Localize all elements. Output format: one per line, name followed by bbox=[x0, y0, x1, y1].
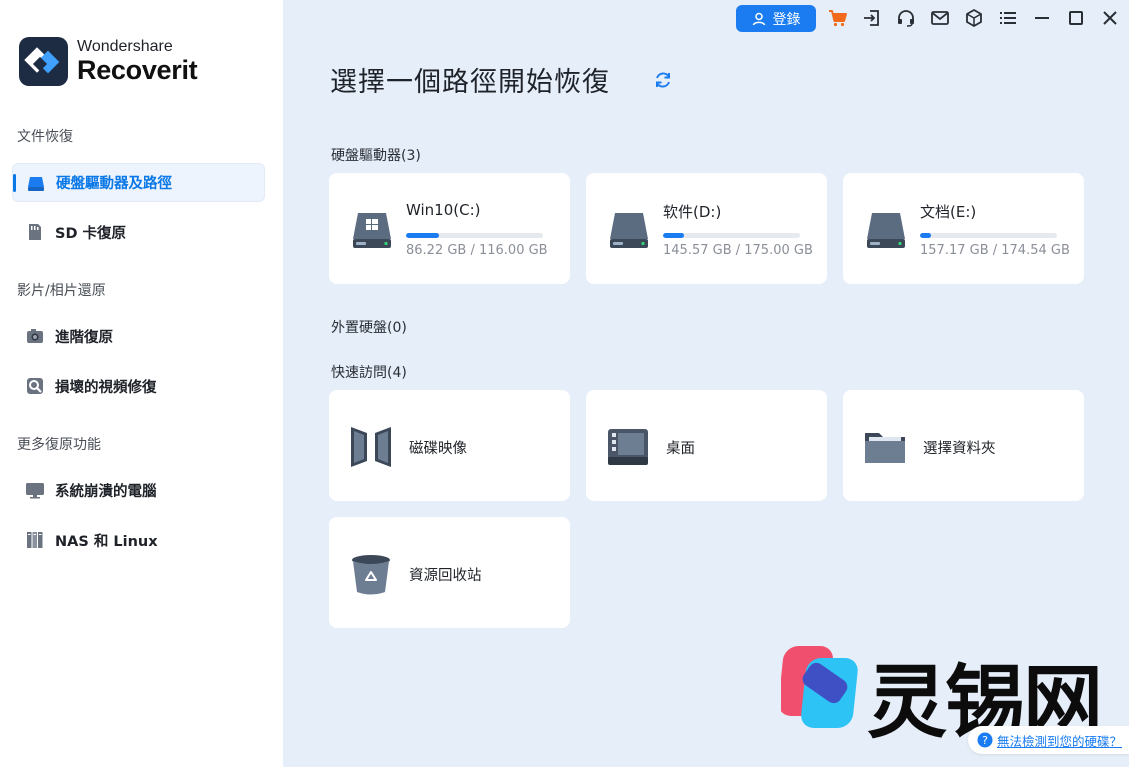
cube-icon[interactable] bbox=[964, 8, 984, 28]
sidebar: Wondershare Recoverit 文件恢復 硬盤驅動器及路徑 SD 卡… bbox=[0, 0, 283, 767]
section-title-media-recovery: 影片/相片還原 bbox=[17, 283, 106, 299]
menu-icon[interactable] bbox=[998, 8, 1018, 28]
cannot-detect-drive-link[interactable]: ? 無法檢測到您的硬碟？ bbox=[968, 726, 1129, 754]
sidebar-item-label: 系統崩潰的電腦 bbox=[55, 484, 157, 500]
sign-in-icon[interactable] bbox=[862, 8, 882, 28]
drive-size: 86.22 GB / 116.00 GB bbox=[406, 243, 548, 258]
sidebar-item-label: SD 卡復原 bbox=[55, 226, 127, 242]
refresh-icon[interactable] bbox=[653, 70, 673, 90]
app-logo: Wondershare Recoverit bbox=[19, 37, 198, 86]
camera-icon bbox=[27, 329, 43, 343]
sidebar-item-label: 硬盤驅動器及路徑 bbox=[56, 176, 172, 192]
disk-image-icon bbox=[351, 427, 391, 467]
video-repair-icon bbox=[27, 378, 43, 394]
desktop-icon bbox=[608, 429, 648, 465]
quick-access-label: 磁碟映像 bbox=[409, 441, 467, 457]
drive-usage-bar bbox=[663, 233, 800, 238]
maximize-icon[interactable] bbox=[1066, 8, 1086, 28]
drive-card-c[interactable]: Win10(C:) 86.22 GB / 116.00 GB bbox=[329, 173, 570, 284]
quick-access-label: 快速訪問(4) bbox=[331, 365, 407, 381]
quick-access-label: 桌面 bbox=[666, 441, 695, 457]
sd-card-icon bbox=[29, 224, 41, 240]
drive-card-e[interactable]: 文档(E:) 157.17 GB / 174.54 GB bbox=[843, 173, 1084, 284]
headset-icon[interactable] bbox=[896, 8, 916, 28]
recycle-bin-icon bbox=[352, 555, 390, 595]
drive-usage-bar bbox=[406, 233, 543, 238]
sidebar-item-label: NAS 和 Linux bbox=[55, 534, 158, 550]
drive-usage-fill bbox=[406, 233, 439, 238]
sidebar-item-nas-linux[interactable]: NAS 和 Linux bbox=[12, 521, 265, 560]
svg-text:?: ? bbox=[982, 734, 988, 747]
sidebar-item-label: 損壞的視頻修復 bbox=[55, 380, 157, 396]
hard-drives-label: 硬盤驅動器(3) bbox=[331, 148, 421, 164]
drive-name: 文档(E:) bbox=[920, 203, 977, 221]
watermark-logo-icon bbox=[781, 646, 858, 728]
drive-icon bbox=[610, 213, 648, 248]
drive-name: 软件(D:) bbox=[663, 203, 722, 221]
quick-access-label: 資源回收站 bbox=[409, 568, 482, 584]
drive-size: 145.57 GB / 175.00 GB bbox=[663, 243, 813, 258]
drive-usage-fill bbox=[920, 233, 931, 238]
minimize-icon[interactable] bbox=[1032, 8, 1052, 28]
drive-size: 157.17 GB / 174.54 GB bbox=[920, 243, 1070, 258]
drive-usage-fill bbox=[663, 233, 684, 238]
login-label: 登錄 bbox=[772, 11, 801, 28]
sidebar-item-advanced-recovery[interactable]: 進階復原 bbox=[12, 317, 265, 356]
help-link-label: 無法檢測到您的硬碟？ bbox=[997, 733, 1123, 749]
question-icon: ? bbox=[977, 732, 993, 748]
product-name: Recoverit bbox=[77, 55, 198, 85]
sidebar-item-video-repair[interactable]: 損壞的視頻修復 bbox=[12, 367, 265, 406]
quick-access-desktop[interactable]: 桌面 bbox=[586, 390, 827, 501]
external-drives-label: 外置硬盤(0) bbox=[331, 320, 407, 336]
nas-icon bbox=[27, 532, 43, 548]
section-title-more-recovery: 更多復原功能 bbox=[17, 437, 101, 453]
section-title-file-recovery: 文件恢復 bbox=[17, 129, 73, 145]
drive-card-d[interactable]: 软件(D:) 145.57 GB / 175.00 GB bbox=[586, 173, 827, 284]
drive-name: Win10(C:) bbox=[406, 201, 481, 219]
windows-drive-icon bbox=[353, 213, 391, 248]
sidebar-item-crashed-computer[interactable]: 系統崩潰的電腦 bbox=[12, 471, 265, 510]
login-button[interactable]: 登錄 bbox=[736, 5, 816, 32]
quick-access-recycle-bin[interactable]: 資源回收站 bbox=[329, 517, 570, 628]
sidebar-item-label: 進階復原 bbox=[55, 330, 113, 346]
brand-name: Wondershare bbox=[77, 38, 173, 55]
drive-icon bbox=[867, 213, 905, 248]
page-title: 選擇一個路徑開始恢復 bbox=[330, 67, 610, 98]
sidebar-item-sd-card[interactable]: SD 卡復原 bbox=[12, 213, 265, 252]
quick-access-disk-image[interactable]: 磁碟映像 bbox=[329, 390, 570, 501]
hard-drive-icon bbox=[28, 177, 44, 191]
user-icon bbox=[752, 12, 765, 25]
recoverit-logo-icon bbox=[19, 37, 68, 86]
quick-access-label: 選擇資料夾 bbox=[923, 441, 996, 457]
sidebar-item-hard-drive[interactable]: 硬盤驅動器及路徑 bbox=[12, 163, 265, 202]
drive-usage-bar bbox=[920, 233, 1057, 238]
folder-icon bbox=[865, 433, 905, 463]
close-icon[interactable] bbox=[1100, 8, 1120, 28]
monitor-icon bbox=[26, 483, 44, 499]
quick-access-select-folder[interactable]: 選擇資料夾 bbox=[843, 390, 1084, 501]
mail-icon[interactable] bbox=[930, 8, 950, 28]
cart-icon[interactable] bbox=[828, 8, 848, 28]
